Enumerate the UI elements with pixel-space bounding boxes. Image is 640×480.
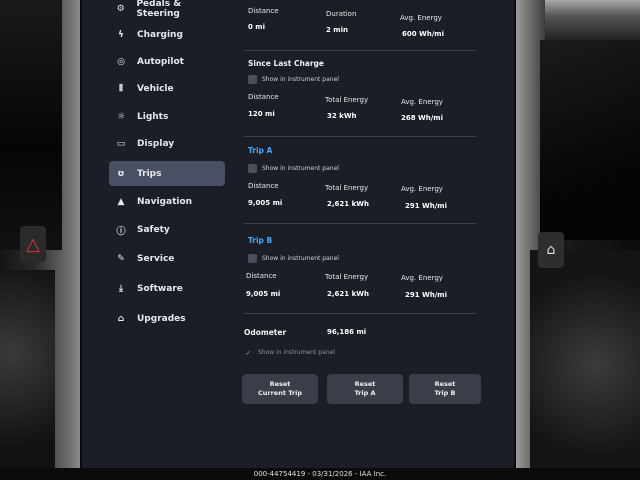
hazard-triangle-icon: △	[26, 233, 40, 255]
reset-trip-b-button[interactable]: Reset Trip B	[409, 374, 481, 404]
sidebar-item-charging[interactable]: ϟ Charging	[109, 22, 225, 48]
bag-icon: ⌂	[117, 314, 125, 324]
left-dash-panel	[0, 0, 62, 250]
sidebar-item-software[interactable]: ⤓ Software	[109, 276, 225, 302]
current-duration-label: Duration	[326, 10, 357, 18]
checkbox-icon	[248, 75, 257, 84]
left-seat	[0, 270, 55, 480]
divider	[244, 223, 476, 224]
trip-b-avg-energy-label: Avg. Energy	[401, 274, 443, 282]
divider	[244, 313, 476, 314]
current-distance-value: 0 mi	[248, 23, 266, 31]
odometer-show-checkbox[interactable]: ✓ Show in instrument panel	[244, 348, 335, 357]
sidebar-item-service[interactable]: ✎ Service	[109, 246, 225, 272]
light-bulb-icon: ☼	[116, 112, 126, 122]
info-circle-icon: ⓘ	[116, 226, 126, 237]
slc-distance-value: 120 mi	[248, 110, 275, 118]
download-icon: ⤓	[119, 284, 123, 294]
reset-trip-a-button[interactable]: Reset Trip A	[327, 374, 403, 404]
trip-b-total-energy-label: Total Energy	[325, 273, 369, 281]
settings-sidebar: ⚙ Pedals & Steering ϟ Charging ◎ Autopil…	[100, 0, 228, 468]
checkbox-icon	[248, 254, 257, 263]
hazard-button[interactable]: △	[20, 226, 46, 262]
trip-b-total-energy-value: 2,621 kWh	[327, 290, 369, 298]
trips-panel: Distance 0 mi Duration 2 min Avg. Energy…	[242, 0, 484, 468]
steering-wheel-icon: ◎	[117, 57, 125, 67]
current-avg-energy-label: Avg. Energy	[400, 14, 442, 22]
right-dash-panel	[540, 40, 640, 240]
current-duration-value: 2 min	[326, 26, 348, 34]
trip-a-total-energy-label: Total Energy	[325, 184, 369, 192]
trip-a-total-energy-value: 2,621 kWh	[327, 200, 369, 208]
sidebar-item-safety[interactable]: ⓘ Safety	[109, 217, 225, 243]
trip-a-distance-value: 9,005 mi	[248, 199, 283, 207]
slc-avg-energy-value: 268 Wh/mi	[401, 114, 444, 122]
checkmark-icon: ✓	[245, 348, 252, 357]
trip-a-title: Trip A	[248, 146, 273, 155]
sidebar-item-autopilot[interactable]: ◎ Autopilot	[109, 49, 225, 75]
since-last-charge-title: Since Last Charge	[248, 59, 325, 68]
right-seat	[530, 250, 640, 480]
sidebar-item-pedals-steering[interactable]: ⚙ Pedals & Steering	[109, 0, 225, 22]
wrench-icon: ✎	[117, 254, 125, 264]
slc-total-energy-label: Total Energy	[325, 96, 369, 104]
air-vent	[545, 0, 640, 40]
touchscreen: ⚙ Pedals & Steering ϟ Charging ◎ Autopil…	[80, 0, 516, 468]
sidebar-item-lights[interactable]: ☼ Lights	[109, 104, 225, 130]
divider	[244, 136, 476, 137]
sidebar-item-display[interactable]: ▭ Display	[109, 131, 225, 157]
trip-b-avg-energy-value: 291 Wh/mi	[405, 291, 448, 299]
trip-a-avg-energy-label: Avg. Energy	[401, 185, 443, 193]
since-last-charge-show-checkbox[interactable]: Show in instrument panel	[248, 75, 339, 84]
slc-distance-label: Distance	[248, 93, 279, 101]
reset-current-trip-button[interactable]: Reset Current Trip	[242, 374, 318, 404]
trip-a-distance-label: Distance	[248, 182, 279, 190]
current-distance-label: Distance	[248, 7, 279, 15]
odometer-label: Odometer	[244, 328, 287, 337]
display-icon: ▭	[116, 139, 126, 149]
sidebar-item-navigation[interactable]: ▲ Navigation	[109, 189, 225, 215]
vehicle-bars-icon: ⦀	[119, 84, 123, 94]
sidebar-item-trips[interactable]: ʊ Trips	[109, 161, 225, 186]
trips-icon: ʊ	[117, 168, 125, 179]
steering-pedal-icon: ⚙	[116, 4, 125, 14]
trip-a-avg-energy-value: 291 Wh/mi	[405, 202, 448, 210]
navigation-arrow-icon: ▲	[117, 197, 125, 207]
divider	[244, 50, 476, 51]
watermark-caption: 000-44754419 - 03/31/2026 - IAA Inc.	[0, 468, 640, 480]
checkbox-icon	[248, 164, 257, 173]
glovebox-button[interactable]: ⌂	[538, 232, 564, 268]
sidebar-item-vehicle[interactable]: ⦀ Vehicle	[109, 76, 225, 102]
trip-b-show-checkbox[interactable]: Show in instrument panel	[248, 254, 339, 263]
sidebar-item-upgrades[interactable]: ⌂ Upgrades	[109, 306, 225, 332]
trip-b-distance-value: 9,005 mi	[246, 290, 281, 298]
slc-avg-energy-label: Avg. Energy	[401, 98, 443, 106]
odometer-value: 96,186 mi	[327, 328, 367, 336]
trip-a-show-checkbox[interactable]: Show in instrument panel	[248, 164, 339, 173]
current-avg-energy-value: 600 Wh/mi	[402, 30, 445, 38]
lightning-icon: ϟ	[118, 30, 124, 40]
trip-b-distance-label: Distance	[246, 272, 277, 280]
glovebox-icon: ⌂	[546, 242, 556, 258]
trip-b-title: Trip B	[248, 236, 273, 245]
slc-total-energy-value: 32 kWh	[327, 112, 357, 120]
